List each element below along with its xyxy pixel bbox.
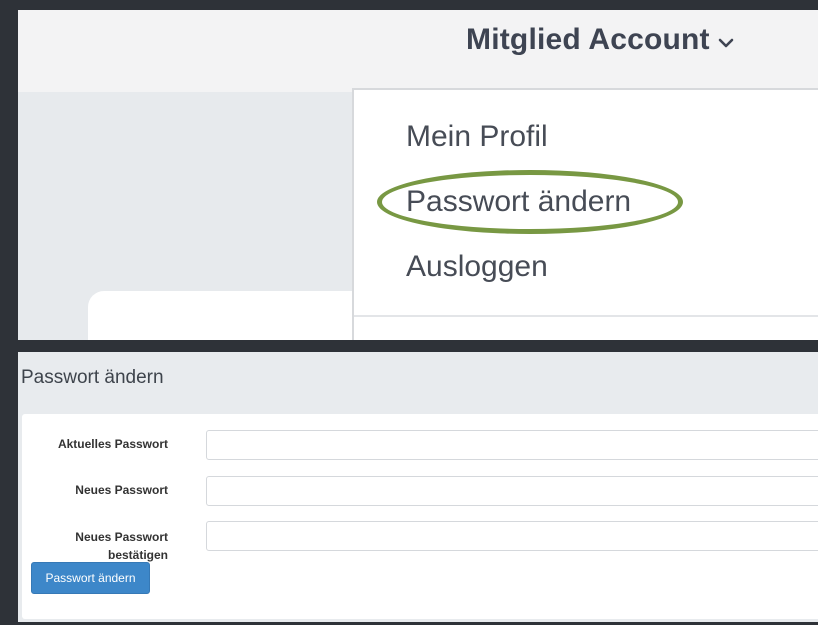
change-password-panel: Passwort ändern Aktuelles Passwort Neues… xyxy=(18,352,818,622)
new-password-input[interactable] xyxy=(206,476,818,506)
dropdown-divider xyxy=(354,315,818,317)
new-password-label: Neues Passwort xyxy=(75,483,168,497)
background-card xyxy=(88,291,388,340)
current-password-input[interactable] xyxy=(206,430,818,460)
page-title: Passwort ändern xyxy=(21,367,164,388)
change-password-button[interactable]: Passwort ändern xyxy=(31,562,150,594)
confirm-password-label-line2: bestätigen xyxy=(107,548,168,562)
confirm-password-label-line1: Neues Passwort xyxy=(75,530,168,544)
current-password-label: Aktuelles Passwort xyxy=(57,437,168,451)
account-dropdown-menu: Mein Profil Passwort ändern Ausloggen xyxy=(352,88,818,340)
menu-item-passwort-aendern[interactable]: Passwort ändern xyxy=(406,185,631,219)
account-menu-trigger[interactable]: Mitglied Account xyxy=(466,18,734,62)
menu-item-mein-profil[interactable]: Mein Profil xyxy=(406,120,548,154)
confirm-password-input[interactable] xyxy=(206,521,818,551)
account-menu-label: Mitglied Account xyxy=(466,23,710,56)
chevron-down-icon xyxy=(718,38,734,48)
top-header: Mitglied Account xyxy=(18,10,818,92)
account-menu-panel: Mitglied Account Mein Profil Passwort än… xyxy=(18,10,818,340)
menu-item-ausloggen[interactable]: Ausloggen xyxy=(406,250,548,284)
confirm-password-label: Neues Passwort bestätigen xyxy=(28,528,168,564)
